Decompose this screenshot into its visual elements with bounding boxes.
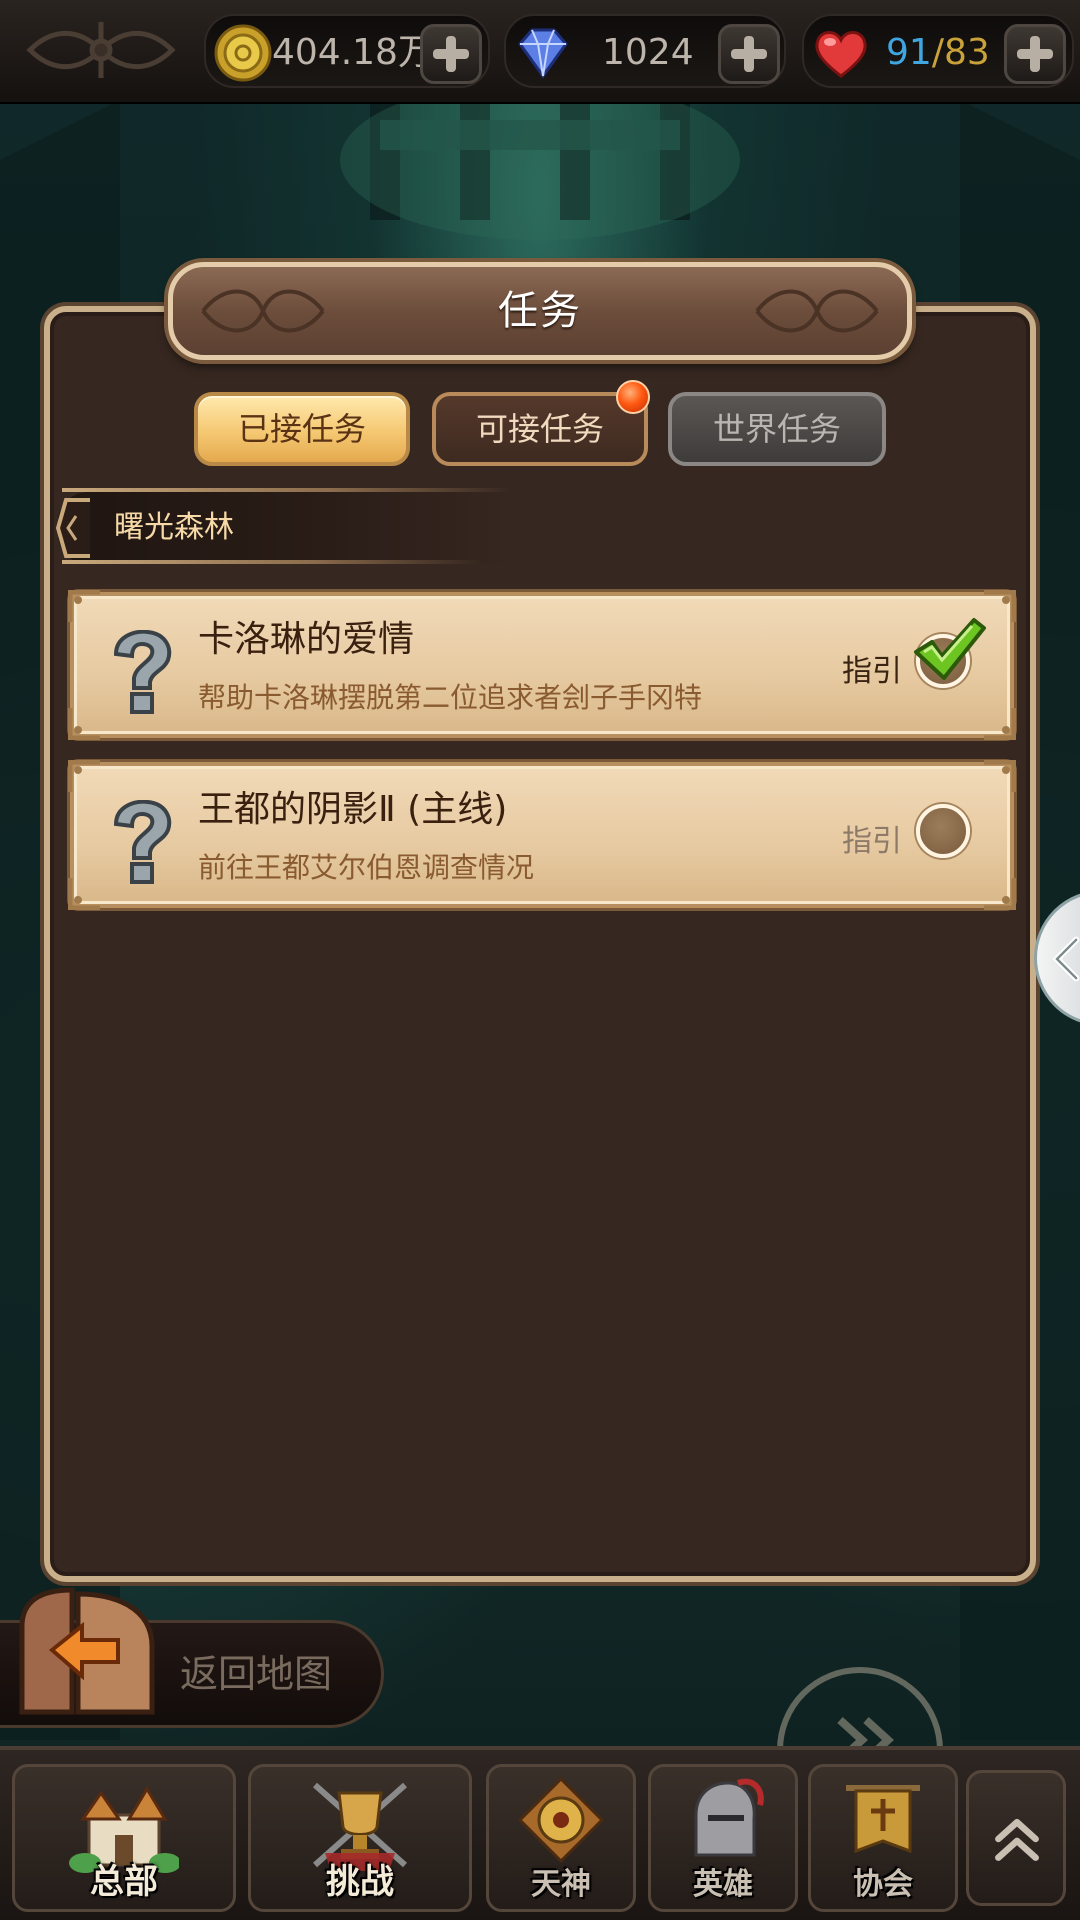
fast-forward-icon[interactable] — [770, 1660, 950, 1760]
card-corner-ornament-icon — [68, 760, 100, 792]
panel-title-plate: 任务 — [168, 262, 912, 360]
stamina-max: 83 — [943, 32, 990, 73]
nav-heroes[interactable]: 英雄 — [648, 1764, 798, 1912]
card-corner-ornament-icon — [984, 708, 1016, 740]
nav-label: 总部 — [90, 1862, 158, 1902]
title-ornament-icon — [755, 289, 879, 333]
plus-icon — [731, 36, 767, 72]
tab-world-quests[interactable]: 世界任务 — [668, 392, 886, 466]
door-exit-icon — [19, 1587, 155, 1715]
nav-label: 英雄 — [693, 1867, 753, 1902]
nav-guild[interactable]: 协会 — [808, 1764, 958, 1912]
gold-amount: 404.18万 — [272, 32, 434, 73]
quest-title: 卡洛琳的爱情 — [198, 619, 415, 660]
add-stamina-button[interactable] — [1004, 24, 1066, 84]
quest-title: 王都的阴影Ⅱ (主线) — [198, 789, 508, 830]
checkmark-icon — [914, 618, 986, 680]
region-name: 曙光森林 — [114, 510, 234, 545]
gem-display: 1024 — [504, 14, 786, 88]
quest-description: 帮助卡洛琳摆脱第二位追求者刽子手冈特 — [198, 681, 703, 714]
nav-label: 挑战 — [326, 1862, 394, 1902]
card-corner-ornament-icon — [68, 590, 100, 622]
gold-coin-icon — [214, 24, 272, 82]
stamina-separator: / — [931, 32, 944, 73]
gold-display: 404.18万 — [204, 14, 490, 88]
card-corner-ornament-icon — [68, 878, 100, 910]
stamina-display: 91/83 — [802, 14, 1074, 88]
nav-expand-button[interactable] — [966, 1770, 1066, 1906]
guide-label: 指引 — [842, 654, 902, 689]
nav-label: 天神 — [531, 1867, 591, 1902]
add-gems-button[interactable] — [718, 24, 780, 84]
plus-icon — [1017, 36, 1053, 72]
double-chevron-up-icon — [995, 1818, 1039, 1861]
quest-description: 前往王都艾尔伯恩调查情况 — [198, 851, 535, 884]
nav-headquarters[interactable]: 总部 — [12, 1764, 236, 1912]
notification-dot — [616, 380, 650, 414]
quest-card[interactable]: 王都的阴影Ⅱ (主线) 前往王都艾尔伯恩调查情况 指引 — [68, 760, 1016, 910]
card-corner-ornament-icon — [984, 878, 1016, 910]
card-corner-ornament-icon — [984, 760, 1016, 792]
nav-challenge[interactable]: 挑战 — [248, 1764, 472, 1912]
guide-toggle[interactable] — [916, 804, 970, 858]
stamina-current: 91 — [886, 32, 932, 73]
nav-label: 协会 — [853, 1867, 913, 1902]
heart-icon — [815, 31, 867, 78]
add-gold-button[interactable] — [420, 24, 482, 84]
guide-label: 指引 — [842, 824, 902, 859]
resource-bar: 404.18万 1024 91/83 — [0, 0, 1080, 104]
back-to-map-label: 返回地图 — [180, 1652, 333, 1696]
stamina-amount: 91/83 — [886, 16, 990, 90]
ornament-emblem-icon — [26, 22, 176, 78]
god-emblem-icon — [517, 1776, 605, 1864]
helmet-icon — [694, 1778, 764, 1857]
tab-available-quests[interactable]: 可接任务 — [432, 392, 648, 466]
nav-gods[interactable]: 天神 — [486, 1764, 636, 1912]
region-cap-ornament-icon — [56, 498, 90, 558]
gem-amount: 1024 — [602, 32, 694, 73]
card-corner-ornament-icon — [68, 708, 100, 740]
question-mark-icon — [113, 800, 172, 884]
chevron-left-icon — [1052, 936, 1080, 982]
plus-icon — [433, 36, 469, 72]
tab-accepted-quests[interactable]: 已接任务 — [194, 392, 410, 466]
question-mark-icon — [113, 630, 172, 714]
quest-card[interactable]: 卡洛琳的爱情 帮助卡洛琳摆脱第二位追求者刽子手冈特 指引 — [68, 590, 1016, 740]
diamond-icon — [518, 28, 568, 79]
banner-icon — [846, 1785, 920, 1854]
